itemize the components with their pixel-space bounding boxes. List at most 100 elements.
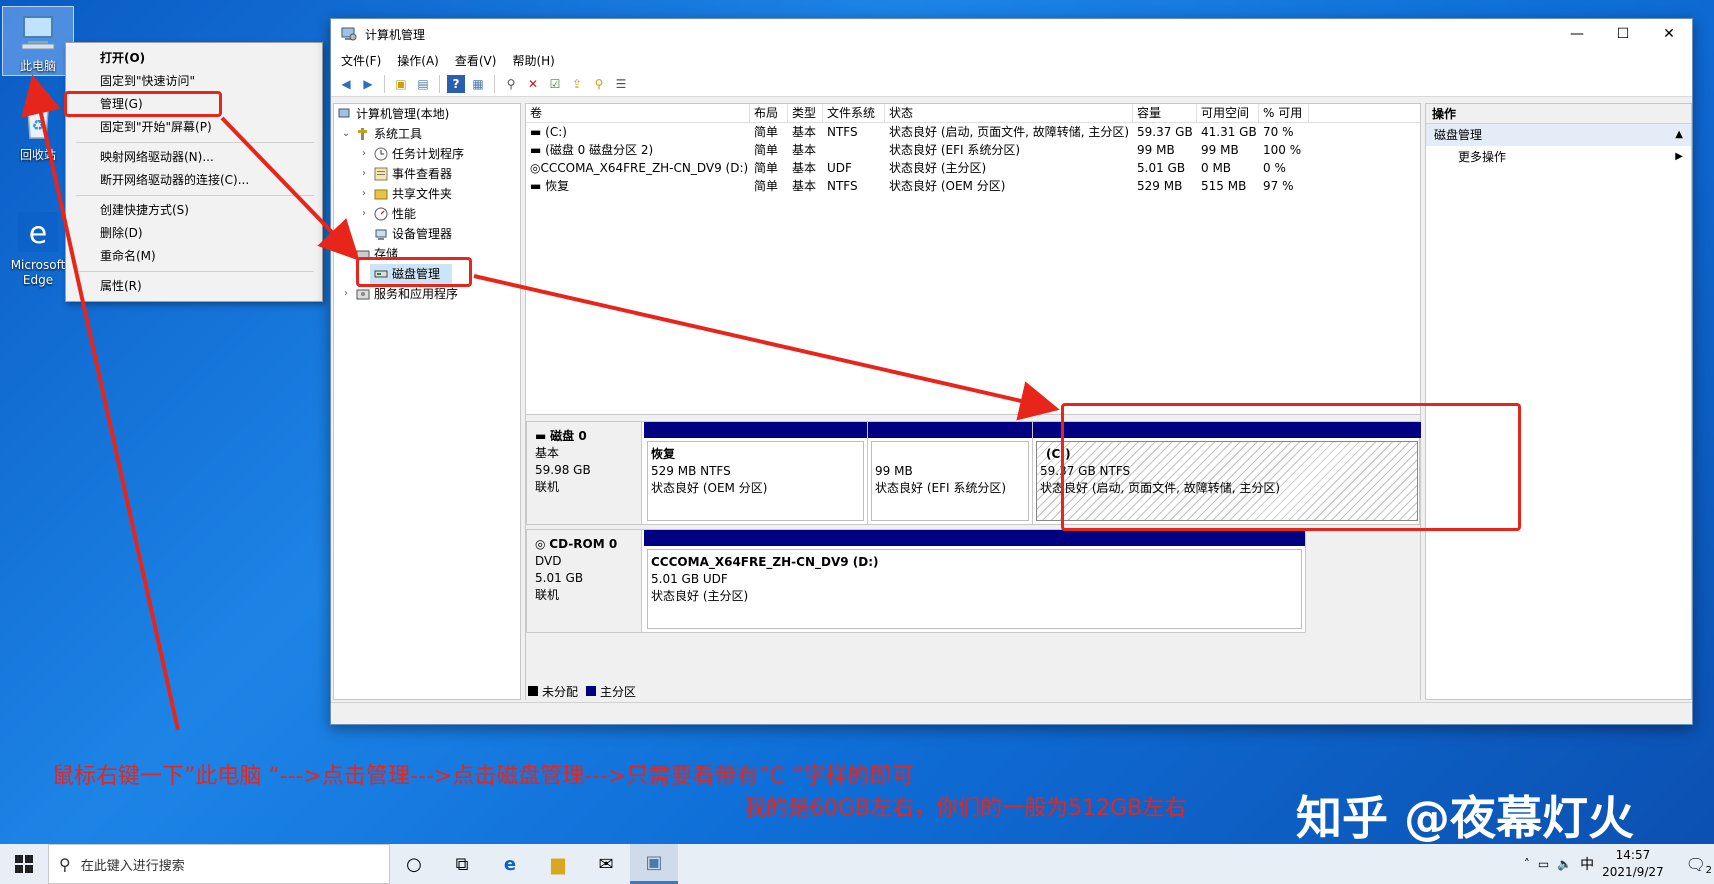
forward-icon[interactable]: ▶ (359, 75, 377, 93)
clock[interactable]: 14:57 2021/9/27 (1602, 847, 1664, 881)
menu-item-pin-start[interactable]: 固定到"开始"屏幕(P) (66, 116, 322, 139)
search-icon[interactable]: ⚲ (590, 75, 608, 93)
legend-label: 未分配 (542, 684, 579, 699)
back-icon[interactable]: ◀ (337, 75, 355, 93)
partition-size: 529 MB NTFS (651, 464, 731, 478)
more-actions[interactable]: 更多操作 ▶ (1426, 146, 1691, 168)
chevron-right-icon[interactable]: › (358, 184, 370, 204)
computer-management-window: 计算机管理 — ☐ ✕ 文件(F) 操作(A) 查看(V) 帮助(H) ◀ ▶ … (330, 18, 1693, 725)
menu-item-properties[interactable]: 属性(R) (66, 275, 322, 298)
delete-icon[interactable]: ✕ (524, 75, 542, 93)
maximize-button[interactable]: ☐ (1600, 19, 1646, 49)
legend: 未分配 主分区 (528, 683, 636, 699)
table-row[interactable]: ▬ 恢复 简单 基本 NTFS 状态良好 (OEM 分区) 529 MB 515… (526, 177, 1420, 195)
menu-item-pin-quick-access[interactable]: 固定到"快速访问" (66, 70, 322, 93)
check-icon[interactable]: ☑ (546, 75, 564, 93)
export-icon[interactable]: ⇪ (568, 75, 586, 93)
chevron-right-icon[interactable]: › (358, 144, 370, 164)
edge-taskbar-icon[interactable]: e (486, 844, 534, 884)
tools-icon (358, 128, 367, 140)
properties-icon[interactable]: ☰ (612, 75, 630, 93)
chevron-right-icon[interactable]: › (340, 284, 352, 304)
help-icon[interactable]: ? (447, 74, 465, 93)
disk-management-pane: 卷 布局 类型 文件系统 状态 容量 可用空间 % 可用 ▬ (C:) 简单 基… (525, 103, 1421, 701)
up-folder-icon[interactable]: ▣ (392, 75, 410, 93)
menu-bar: 文件(F) 操作(A) 查看(V) 帮助(H) (331, 49, 1692, 71)
menu-item-disconnect-drive[interactable]: 断开网络驱动器的连接(C)... (66, 169, 322, 192)
tree-item-system-tools[interactable]: ⌄ 系统工具 (334, 124, 520, 144)
menu-item-create-shortcut[interactable]: 创建快捷方式(S) (66, 199, 322, 222)
input-method-indicator[interactable]: 中 (1580, 854, 1594, 874)
mail-icon[interactable]: ✉ (582, 844, 630, 884)
tree-label: 性能 (392, 207, 417, 221)
disk-status: 联机 (535, 588, 560, 602)
task-view-icon[interactable]: ⧉ (438, 844, 486, 884)
annotation-line-1: 鼠标右键一下”此电脑 “--->点击管理--->点击磁盘管理--->只需要看带有… (52, 764, 914, 789)
computer-management-taskbar-icon[interactable]: ▣ (630, 844, 678, 884)
chevron-right-icon[interactable]: › (358, 164, 370, 184)
tree-item-task-scheduler[interactable]: › 任务计划程序 (334, 144, 520, 164)
partition-recovery[interactable]: 恢复 529 MB NTFS 状态良好 (OEM 分区) (644, 422, 868, 524)
desktop-icon-edge[interactable]: e Microsoft Edge (2, 210, 74, 288)
menu-file[interactable]: 文件(F) (341, 52, 381, 69)
column-header-volume[interactable]: 卷 (526, 104, 750, 122)
volume-cell: ◎CCCOMA_X64FRE_ZH-CN_DV9 (D:) (526, 159, 750, 177)
tree-label: 服务和应用程序 (374, 287, 459, 301)
column-header-type[interactable]: 类型 (788, 104, 823, 122)
chevron-down-icon[interactable]: ⌄ (340, 124, 352, 144)
desktop-icon-label: 回收站 (19, 148, 56, 162)
minimize-button[interactable]: — (1554, 19, 1600, 49)
chevron-right-icon[interactable]: › (358, 204, 370, 224)
toolbar-separator (439, 74, 440, 93)
view-icon[interactable]: ▦ (469, 75, 487, 93)
taskbar-search[interactable]: ⚲ 在此键入进行搜索 (48, 844, 390, 884)
menu-help[interactable]: 帮助(H) (512, 52, 554, 69)
partition-d[interactable]: CCCOMA_X64FRE_ZH-CN_DV9 (D:) 5.01 GB UDF… (644, 530, 1305, 632)
table-row[interactable]: ▬ (C:) 简单 基本 NTFS 状态良好 (启动, 页面文件, 故障转储, … (526, 123, 1420, 141)
file-explorer-icon[interactable]: ▆ (534, 844, 582, 884)
partition-bar (868, 422, 1032, 438)
show-hide-tree-icon[interactable]: ▤ (414, 75, 432, 93)
tree-item-root[interactable]: 计算机管理(本地) (334, 104, 520, 124)
navigation-tree: 计算机管理(本地) ⌄ 系统工具 › 任务计划程序 › 事件查看器 › 共享文件… (333, 103, 521, 700)
menu-item-open[interactable]: 打开(O) (66, 47, 322, 70)
windows-icon (15, 855, 33, 873)
tree-item-performance[interactable]: › 性能 (334, 204, 520, 224)
menu-view[interactable]: 查看(V) (455, 52, 497, 69)
column-header-status[interactable]: 状态 (885, 104, 1133, 122)
disk-status: 联机 (535, 480, 560, 494)
network-icon[interactable]: ▭ (1538, 857, 1549, 871)
tree-item-services[interactable]: › 服务和应用程序 (334, 284, 520, 304)
partition-efi[interactable]: 99 MB 状态良好 (EFI 系统分区) (868, 422, 1033, 524)
table-row[interactable]: ▬ (磁盘 0 磁盘分区 2) 简单 基本 状态良好 (EFI 系统分区) 99… (526, 141, 1420, 159)
volume-icon[interactable]: 🔈 (1557, 857, 1572, 871)
start-button[interactable] (0, 844, 48, 884)
tree-item-event-viewer[interactable]: › 事件查看器 (334, 164, 520, 184)
capacity-cell: 59.37 GB (1137, 125, 1193, 139)
tree-item-device-manager[interactable]: 设备管理器 (334, 224, 520, 244)
disk-0-label: ▬ 磁盘 0 基本 59.98 GB 联机 (527, 422, 642, 524)
menu-item-map-drive[interactable]: 映射网络驱动器(N)... (66, 146, 322, 169)
table-row[interactable]: ◎CCCOMA_X64FRE_ZH-CN_DV9 (D:) 简单 基本 UDF … (526, 159, 1420, 177)
column-header-capacity[interactable]: 容量 (1133, 104, 1197, 122)
cdrom-0-row[interactable]: ◎ CD-ROM 0 DVD 5.01 GB 联机 CCCOMA_X64FRE_… (526, 529, 1306, 633)
services-icon (356, 289, 370, 300)
connect-icon[interactable]: ⚲ (502, 75, 520, 93)
column-header-percent-free[interactable]: % 可用 (1259, 104, 1309, 122)
legend-label: 主分区 (600, 684, 637, 699)
notification-icon[interactable]: 🗨 2 (1686, 855, 1712, 876)
menu-action[interactable]: 操作(A) (397, 52, 439, 69)
column-header-free-space[interactable]: 可用空间 (1197, 104, 1259, 122)
desktop-icon-this-pc[interactable]: 此电脑 (2, 6, 74, 76)
cortana-icon[interactable]: ○ (390, 844, 438, 884)
menu-item-delete[interactable]: 删除(D) (66, 222, 322, 245)
column-header-filesystem[interactable]: 文件系统 (823, 104, 885, 122)
tree-item-shared-folders[interactable]: › 共享文件夹 (334, 184, 520, 204)
menu-item-rename[interactable]: 重命名(M) (66, 245, 322, 268)
collapse-icon[interactable]: ▲ (1675, 124, 1683, 146)
chevron-up-icon[interactable]: ˄ (1524, 857, 1530, 871)
close-button[interactable]: ✕ (1646, 19, 1692, 49)
chevron-down-icon[interactable]: ⌄ (340, 244, 352, 264)
actions-section-disk-management[interactable]: 磁盘管理 ▲ (1426, 124, 1691, 146)
column-header-layout[interactable]: 布局 (750, 104, 788, 122)
